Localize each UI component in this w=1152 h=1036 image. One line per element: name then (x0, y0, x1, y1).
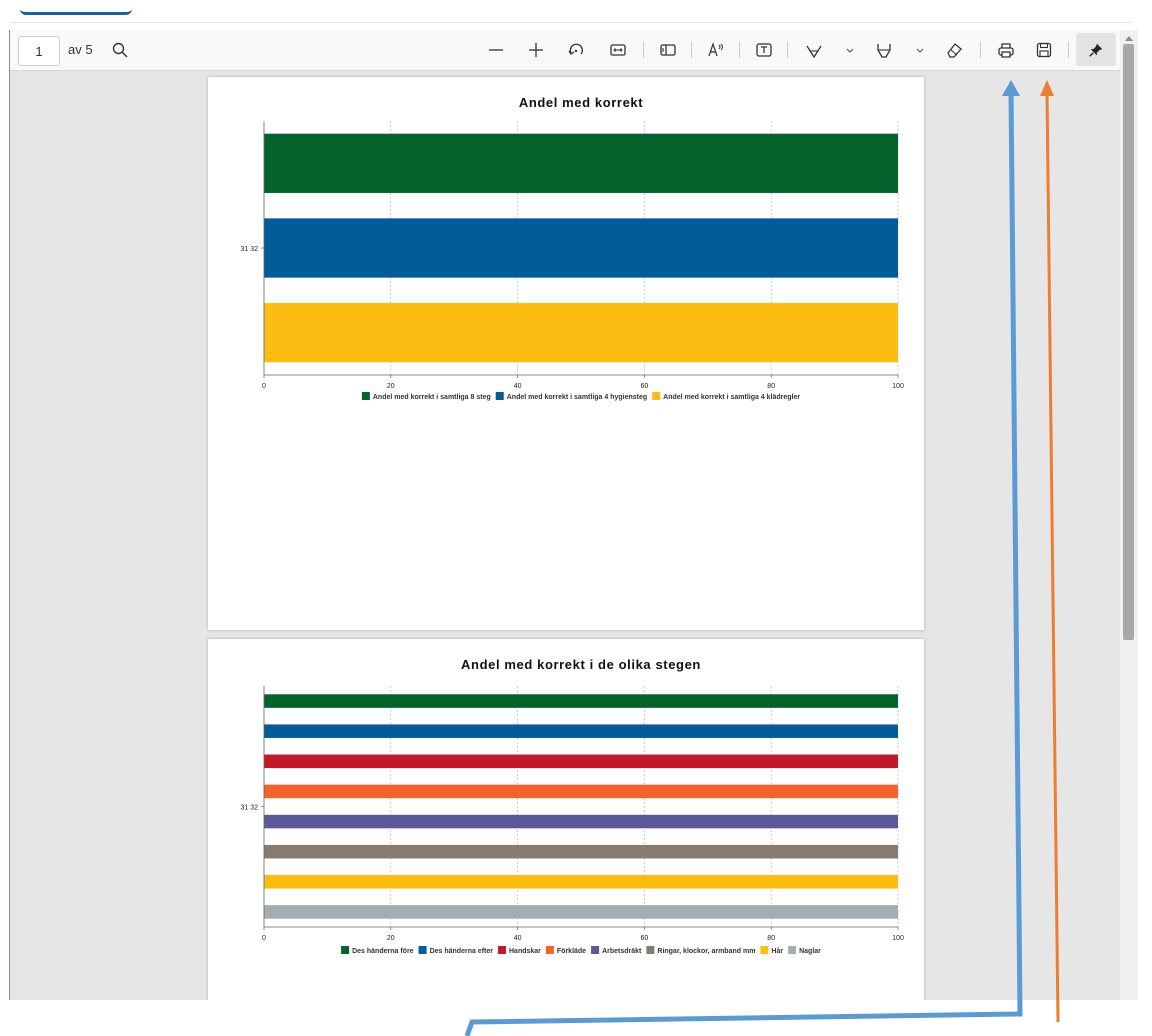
chart-andel-med-korrekt-i-de-olika-stegen: Andel med korrekt i de olika stegen 0 20 40… (240, 657, 904, 955)
category-label: 31 32 (240, 246, 258, 253)
bar-2 (264, 218, 898, 278)
x-tick-label: 40 (514, 383, 522, 390)
legend-swatch-1 (361, 392, 370, 400)
fit-width-icon[interactable] (606, 38, 630, 62)
eraser-icon[interactable] (942, 38, 966, 62)
scrollbar-thumb[interactable] (1123, 44, 1134, 640)
bar-5 (264, 814, 898, 829)
legend-label-3: Handskar (509, 948, 541, 955)
zoom-out-icon[interactable] (484, 38, 508, 62)
toolbar-separator (1068, 42, 1069, 58)
pdf-toolbar: 1 av 5 (10, 30, 1120, 71)
legend-label-1: Andel med korrekt i samtliga 8 steg (373, 394, 491, 401)
toolbar-separator (643, 42, 644, 58)
pdf-page-1: Andel med korrekt 0 20 40 60 80 100 31 32 Andel … (208, 77, 924, 630)
search-icon[interactable] (108, 38, 132, 62)
legend-swatch-1 (341, 946, 350, 954)
x-tick-label: 0 (262, 383, 266, 390)
chevron-down-icon[interactable] (838, 38, 862, 62)
vertical-scrollbar[interactable] (1120, 30, 1138, 1000)
chart-andel-med-korrekt: Andel med korrekt 0 20 40 60 80 100 31 32 Andel … (240, 95, 904, 401)
legend-label-2: Des händerna efter (430, 948, 494, 955)
legend-label-4: Förkläde (557, 948, 586, 955)
legend-swatch-3 (652, 392, 661, 400)
text-box-icon[interactable] (752, 38, 776, 62)
legend-swatch-7 (760, 946, 769, 954)
highlight-icon[interactable] (872, 38, 896, 62)
legend-label-6: Ringar, klockor, armband mm (657, 948, 755, 955)
page-view-icon[interactable] (656, 38, 680, 62)
legend-label-2: Andel med korrekt i samtliga 4 hygienste… (507, 394, 647, 401)
x-tick-label: 20 (387, 935, 395, 942)
x-tick-label: 100 (892, 935, 904, 942)
bar-6 (264, 844, 898, 859)
print-icon[interactable] (994, 38, 1018, 62)
document-viewport[interactable]: Andel med korrekt 0 20 40 60 80 100 31 32 Andel … (10, 71, 1120, 1000)
x-tick-label: 60 (641, 383, 649, 390)
x-tick-label: 60 (641, 935, 649, 942)
page-number-input[interactable]: 1 (18, 36, 60, 66)
bar-3 (264, 303, 898, 363)
bar-3 (264, 754, 898, 769)
read-aloud-icon[interactable] (704, 38, 728, 62)
bar-4 (264, 784, 898, 799)
toolbar-separator (787, 42, 788, 58)
bar-7 (264, 875, 898, 889)
top-strip (0, 0, 1152, 30)
legend-label-7: Hår (771, 947, 783, 955)
legend-label-8: Naglar (799, 948, 821, 955)
legend-swatch-8 (788, 946, 797, 954)
chart-legend: Des händerna före Des händerna efter Hands… (341, 946, 821, 955)
category-label: 31 32 (240, 805, 258, 812)
pin-toolbar-button[interactable] (1076, 33, 1116, 66)
chart-title: Andel med korrekt i de olika stegen (461, 657, 701, 672)
toolbar-separator (691, 42, 692, 58)
draw-icon[interactable] (802, 38, 826, 62)
bar-1 (264, 133, 898, 193)
legend-label-1: Des händerna före (352, 948, 414, 955)
legend-swatch-6 (646, 946, 655, 954)
rotate-icon[interactable] (564, 38, 588, 62)
chevron-down-icon[interactable] (908, 38, 932, 62)
legend-swatch-5 (591, 946, 600, 954)
active-tab-indicator[interactable] (20, 0, 132, 15)
x-tick-label: 100 (892, 383, 904, 390)
legend-swatch-2 (418, 946, 427, 954)
toolbar-separator (980, 42, 981, 58)
legend-label-3: Andel med korrekt i samtliga 4 klädregle… (663, 394, 800, 401)
scroll-up-arrow[interactable] (1125, 36, 1133, 41)
legend-swatch-4 (545, 946, 554, 954)
legend-swatch-2 (495, 392, 504, 400)
x-tick-label: 80 (767, 383, 775, 390)
chart-legend: Andel med korrekt i samtliga 8 steg Andel… (361, 392, 800, 401)
zoom-in-icon[interactable] (524, 38, 548, 62)
legend-swatch-3 (497, 946, 506, 954)
chart-title: Andel med korrekt (519, 95, 643, 110)
x-tick-label: 0 (262, 935, 266, 942)
page-count-label: av 5 (68, 42, 93, 57)
bar-2 (264, 724, 898, 738)
bar-1 (264, 694, 898, 708)
x-tick-label: 40 (514, 935, 522, 942)
pdf-page-2: Andel med korrekt i de olika stegen 0 20 40… (208, 639, 924, 1000)
pin-icon (1089, 43, 1103, 57)
divider (10, 22, 1132, 23)
x-tick-label: 20 (387, 383, 395, 390)
bar-8 (264, 905, 898, 919)
save-icon[interactable] (1032, 38, 1056, 62)
legend-label-5: Arbetsdräkt (602, 948, 642, 955)
toolbar-separator (739, 42, 740, 58)
x-tick-label: 80 (767, 935, 775, 942)
